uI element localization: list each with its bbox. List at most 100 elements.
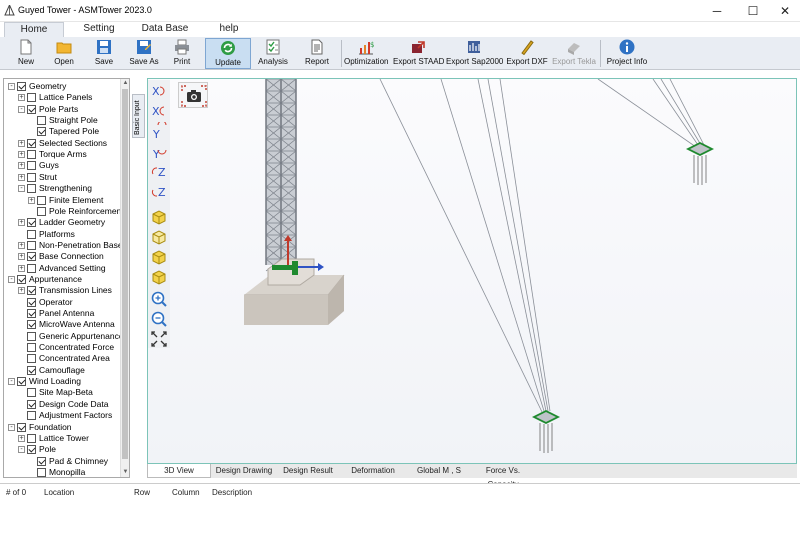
save-button[interactable]: Save	[86, 38, 122, 69]
scroll-up-icon[interactable]: ▲	[121, 79, 129, 88]
optimization-button[interactable]: $ Optimization	[344, 38, 388, 69]
expand-icon[interactable]: +	[18, 94, 25, 102]
view-iso-4-icon[interactable]	[150, 268, 168, 286]
tab-force-vs-capacity[interactable]: Force Vs. Capacity	[471, 464, 535, 489]
rotate-y-minus-icon[interactable]: Y	[150, 142, 168, 161]
project-info-button[interactable]: Project Info	[604, 38, 650, 69]
update-button[interactable]: Update	[205, 38, 251, 69]
expand-icon[interactable]: +	[18, 139, 25, 147]
tree-checkbox[interactable]	[27, 252, 36, 262]
screenshot-camera-button[interactable]	[178, 82, 208, 108]
tree-checkbox[interactable]	[27, 93, 36, 103]
collapse-icon[interactable]: -	[8, 378, 15, 386]
collapse-icon[interactable]: -	[8, 423, 15, 431]
collapse-icon[interactable]: -	[8, 83, 15, 90]
tree-checkbox[interactable]	[27, 184, 36, 194]
tree-checkbox[interactable]	[37, 206, 46, 216]
rotate-z-plus-icon[interactable]: Z	[150, 164, 168, 182]
rotate-y-plus-icon[interactable]: Y	[150, 120, 168, 141]
new-button[interactable]: New	[8, 38, 44, 69]
expand-icon[interactable]: +	[18, 253, 25, 261]
print-button[interactable]: Print	[165, 38, 199, 69]
export-sap2000-button[interactable]: Export Sap2000	[446, 38, 503, 69]
tree-checkbox[interactable]	[27, 411, 36, 421]
rotate-z-minus-icon[interactable]: Z	[150, 184, 168, 202]
tree-checkbox[interactable]	[27, 445, 36, 455]
tab-global-m-s[interactable]: Global M , S	[409, 464, 469, 478]
scrollbar-thumb[interactable]	[122, 89, 128, 459]
tree-checkbox[interactable]	[27, 172, 36, 182]
tree-checkbox[interactable]	[27, 229, 36, 239]
export-dxf-button[interactable]: Export DXF	[505, 38, 549, 69]
expand-icon[interactable]: +	[18, 434, 25, 442]
tree-checkbox[interactable]	[27, 297, 36, 307]
tree-checkbox[interactable]	[27, 161, 36, 171]
view-iso-3-icon[interactable]	[150, 248, 168, 266]
minimize-button[interactable]: ─	[700, 0, 734, 22]
collapse-icon[interactable]: -	[18, 446, 25, 454]
rotate-x-plus-icon[interactable]: X	[150, 82, 168, 100]
msg-col-count[interactable]: # of 0	[6, 488, 26, 497]
report-button[interactable]: Report	[299, 38, 335, 69]
tree-checkbox[interactable]	[27, 309, 36, 318]
open-button[interactable]: Open	[46, 38, 82, 69]
tree-checkbox[interactable]	[27, 218, 36, 228]
expand-icon[interactable]: +	[18, 173, 25, 181]
zoom-in-icon[interactable]	[150, 290, 168, 308]
tree-checkbox[interactable]	[27, 240, 36, 250]
tab-deformation[interactable]: Deformation	[343, 464, 403, 478]
tab-home[interactable]: Home	[4, 22, 64, 37]
expand-icon[interactable]: +	[18, 151, 25, 159]
3d-viewport[interactable]	[147, 78, 797, 464]
msg-col-location[interactable]: Location	[44, 488, 74, 497]
tree-checkbox[interactable]	[27, 365, 36, 375]
tree-checkbox[interactable]	[27, 388, 36, 398]
tree-checkbox[interactable]	[37, 467, 46, 477]
tree-checkbox[interactable]	[17, 82, 26, 91]
zoom-extents-icon[interactable]	[150, 330, 168, 348]
tree-scrollbar[interactable]: ▲ ▼	[120, 79, 129, 477]
tree-checkbox[interactable]	[27, 263, 36, 273]
scroll-down-icon[interactable]: ▼	[121, 468, 129, 477]
tab-design-drawing[interactable]: Design Drawing	[213, 464, 275, 478]
collapse-icon[interactable]: -	[18, 105, 25, 113]
msg-col-column[interactable]: Column	[172, 488, 200, 497]
tab-help[interactable]: help	[198, 22, 260, 37]
maximize-button[interactable]: ☐	[736, 0, 770, 22]
msg-col-row[interactable]: Row	[134, 488, 150, 497]
message-list[interactable]: # of 0 Location Row Column Description	[0, 483, 800, 535]
collapse-icon[interactable]: -	[8, 275, 15, 283]
export-staad-button[interactable]: Export STAAD	[393, 38, 444, 69]
tree-checkbox[interactable]	[27, 104, 36, 114]
tree-checkbox[interactable]	[27, 320, 36, 330]
tree-checkbox[interactable]	[37, 127, 46, 137]
collapse-icon[interactable]: -	[18, 185, 25, 193]
tree-checkbox[interactable]	[27, 433, 36, 443]
tree-checkbox[interactable]	[27, 399, 36, 409]
tree-checkbox[interactable]	[17, 377, 26, 387]
tab-3d-view[interactable]: 3D View	[147, 464, 211, 478]
tree-checkbox[interactable]	[27, 138, 36, 148]
tree-checkbox[interactable]	[27, 331, 36, 341]
tree-checkbox[interactable]	[27, 286, 36, 296]
tab-design-result[interactable]: Design Result	[279, 464, 337, 478]
analysis-button[interactable]: Analysis	[255, 38, 291, 69]
tab-setting[interactable]: Setting	[66, 22, 132, 37]
expand-icon[interactable]: +	[18, 287, 25, 295]
tree-checkbox[interactable]	[27, 150, 36, 160]
expand-icon[interactable]: +	[18, 162, 25, 170]
expand-icon[interactable]: +	[18, 241, 25, 249]
tree-checkbox[interactable]	[37, 116, 46, 126]
expand-icon[interactable]: +	[18, 264, 25, 272]
tree-checkbox[interactable]	[17, 422, 26, 432]
tree-checkbox[interactable]	[37, 195, 46, 205]
tree-checkbox[interactable]	[17, 274, 26, 284]
view-iso-2-icon[interactable]	[150, 228, 168, 246]
tree-checkbox[interactable]	[37, 456, 46, 466]
close-button[interactable]: ✕	[768, 0, 800, 22]
zoom-out-icon[interactable]	[150, 310, 168, 328]
export-tekla-button[interactable]: Export Tekla	[551, 38, 597, 69]
basic-input-side-tab[interactable]: Basic Input	[132, 94, 145, 138]
rotate-x-minus-icon[interactable]: X	[150, 102, 168, 120]
save-as-button[interactable]: Save As	[126, 38, 162, 69]
